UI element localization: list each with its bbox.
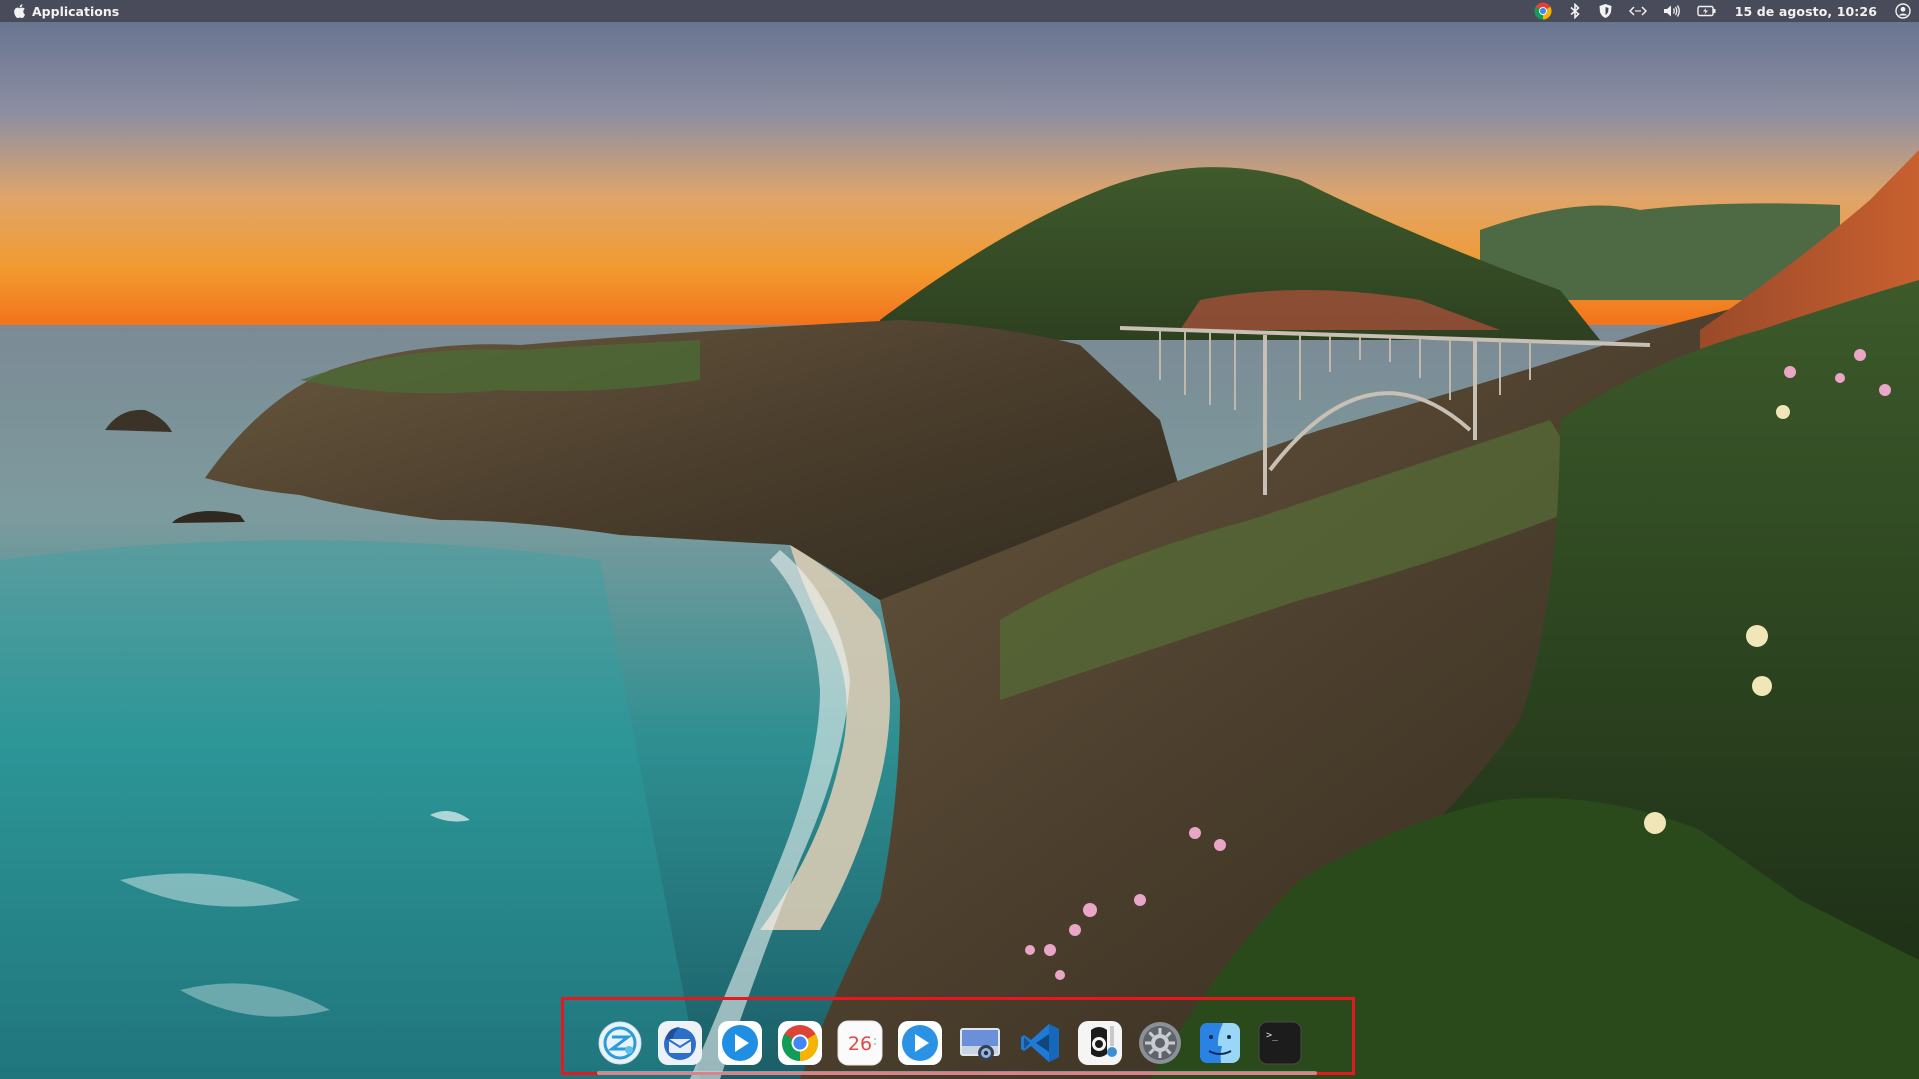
dock-item-video-player[interactable] xyxy=(896,1019,944,1067)
dock-item-screenshot[interactable] xyxy=(956,1019,1004,1067)
bluetooth-icon xyxy=(1570,3,1580,19)
chrome-icon xyxy=(1534,2,1552,20)
play-icon xyxy=(898,1021,942,1065)
vpn-shield-icon xyxy=(1599,4,1612,18)
tray-user[interactable] xyxy=(1895,0,1911,22)
dock-item-remote-desktop[interactable] xyxy=(596,1019,644,1067)
dock-shelf xyxy=(597,1071,1317,1075)
tray-bluetooth[interactable] xyxy=(1568,0,1582,22)
terminal-prompt-label: >_ xyxy=(1266,1030,1279,1041)
apple-icon xyxy=(14,4,26,18)
dock-item-vscode[interactable] xyxy=(1016,1019,1064,1067)
tray-network[interactable] xyxy=(1628,0,1647,22)
clock[interactable]: 15 de agosto, 10:26 xyxy=(1735,0,1877,22)
guitar-icon xyxy=(1078,1021,1122,1065)
top-panel: Applications 15 de agosto, 10:26 xyxy=(0,0,1919,22)
calendar-day-label: 26 xyxy=(848,1033,872,1055)
network-icon xyxy=(1628,6,1647,16)
terminal-icon: >_ xyxy=(1258,1021,1302,1065)
dock-item-guitar-app[interactable] xyxy=(1076,1019,1124,1067)
thunderbird-icon xyxy=(658,1021,702,1065)
tray-battery[interactable] xyxy=(1697,0,1717,22)
tray-chrome[interactable] xyxy=(1534,0,1552,22)
dock-item-media-player[interactable] xyxy=(716,1019,764,1067)
user-account-icon xyxy=(1895,3,1911,19)
dock-item-chrome[interactable] xyxy=(776,1019,824,1067)
chrome-icon xyxy=(778,1021,822,1065)
tray-vpn[interactable] xyxy=(1598,0,1613,22)
applications-menu[interactable]: Applications xyxy=(13,0,119,22)
play-icon xyxy=(718,1021,762,1065)
dock-item-calendar[interactable]: 26 xyxy=(836,1019,884,1067)
finder-icon xyxy=(1200,1023,1240,1063)
dock-item-terminal[interactable]: >_ xyxy=(1256,1019,1304,1067)
dock: 26 >_ xyxy=(596,1017,1304,1069)
dock-item-system-settings[interactable] xyxy=(1136,1019,1184,1067)
dock-item-finder[interactable] xyxy=(1196,1019,1244,1067)
calendar-icon: 26 xyxy=(837,1020,883,1066)
gear-icon xyxy=(1139,1022,1181,1064)
remote-desktop-icon xyxy=(598,1021,642,1065)
system-tray: 15 de agosto, 10:26 xyxy=(1526,0,1919,22)
battery-icon xyxy=(1697,5,1716,17)
tray-volume[interactable] xyxy=(1663,0,1681,22)
dock-item-thunderbird[interactable] xyxy=(656,1019,704,1067)
screenshot-icon xyxy=(960,1028,1000,1061)
applications-label: Applications xyxy=(32,3,120,19)
desktop-wallpaper xyxy=(0,0,1919,1079)
vscode-icon xyxy=(1021,1024,1059,1062)
volume-icon xyxy=(1663,5,1680,17)
